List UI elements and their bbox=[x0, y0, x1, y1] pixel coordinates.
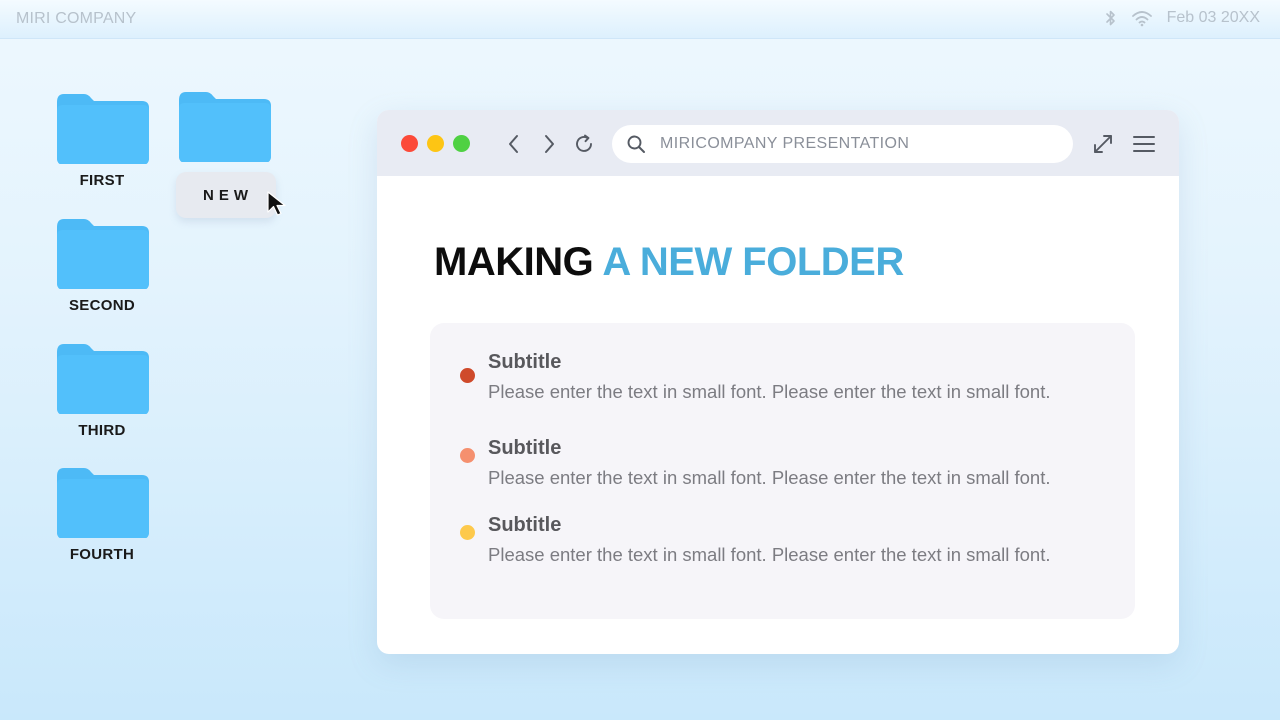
item-title: Subtitle bbox=[488, 351, 562, 373]
folder-second[interactable]: SECOND bbox=[52, 217, 152, 314]
folder-label: SECOND bbox=[69, 297, 135, 314]
address-bar[interactable] bbox=[612, 125, 1073, 163]
forward-icon bbox=[545, 135, 554, 153]
back-button[interactable] bbox=[501, 131, 527, 157]
mouse-cursor-icon bbox=[267, 191, 286, 216]
minimize-window-button[interactable] bbox=[427, 135, 444, 152]
folder-label: FOURTH bbox=[69, 546, 135, 563]
menu-icon bbox=[1133, 136, 1155, 152]
item-text: Please enter the text in small font. Ple… bbox=[488, 467, 1051, 488]
forward-button[interactable] bbox=[536, 131, 562, 157]
brand-name: MIRI COMPANY bbox=[16, 10, 137, 27]
bullet-dot bbox=[460, 525, 475, 540]
expand-icon bbox=[1094, 135, 1112, 153]
browser-window: MAKING A NEW FOLDER Subtitle Please ente… bbox=[377, 110, 1179, 654]
close-window-button[interactable] bbox=[401, 135, 418, 152]
folder-icon bbox=[57, 219, 149, 289]
maximize-window-button[interactable] bbox=[453, 135, 470, 152]
menu-bar: MIRI COMPANY Feb 03 20XX bbox=[0, 0, 1280, 39]
title-accent-part: A NEW FOLDER bbox=[602, 240, 904, 284]
menu-button[interactable] bbox=[1131, 131, 1157, 157]
item-title: Subtitle bbox=[488, 437, 562, 459]
clock-date: Feb 03 20XX bbox=[1166, 9, 1260, 26]
address-input[interactable] bbox=[658, 134, 1062, 154]
folder-icon bbox=[57, 468, 149, 538]
bluetooth-icon[interactable] bbox=[1105, 9, 1117, 27]
bullet-dot bbox=[460, 448, 475, 463]
content-card: Subtitle Please enter the text in small … bbox=[430, 323, 1135, 619]
expand-button[interactable] bbox=[1090, 131, 1116, 157]
back-icon bbox=[509, 135, 518, 153]
page-title: MAKING A NEW FOLDER bbox=[434, 240, 904, 285]
item-text: Please enter the text in small font. Ple… bbox=[488, 381, 1051, 402]
folder-third[interactable]: THIRD bbox=[52, 342, 152, 439]
item-title: Subtitle bbox=[488, 514, 562, 536]
folder-icon bbox=[179, 92, 271, 162]
folder-name-input[interactable]: NEW bbox=[176, 172, 276, 218]
browser-toolbar bbox=[377, 110, 1179, 176]
title-dark-part: MAKING bbox=[434, 240, 594, 284]
reload-button[interactable] bbox=[571, 131, 597, 157]
folder-icon bbox=[57, 344, 149, 414]
search-icon bbox=[626, 134, 646, 154]
status-area: Feb 03 20XX bbox=[1105, 9, 1260, 27]
item-text: Please enter the text in small font. Ple… bbox=[488, 544, 1051, 565]
reload-icon bbox=[576, 134, 592, 152]
bullet-dot bbox=[460, 368, 475, 383]
folder-icon bbox=[57, 94, 149, 164]
folder-label: FIRST bbox=[79, 172, 125, 189]
wifi-icon[interactable] bbox=[1131, 9, 1153, 27]
folder-fourth[interactable]: FOURTH bbox=[52, 466, 152, 563]
folder-label: THIRD bbox=[78, 422, 126, 439]
folder-first[interactable]: FIRST bbox=[52, 92, 152, 189]
folder-new[interactable] bbox=[174, 90, 274, 162]
